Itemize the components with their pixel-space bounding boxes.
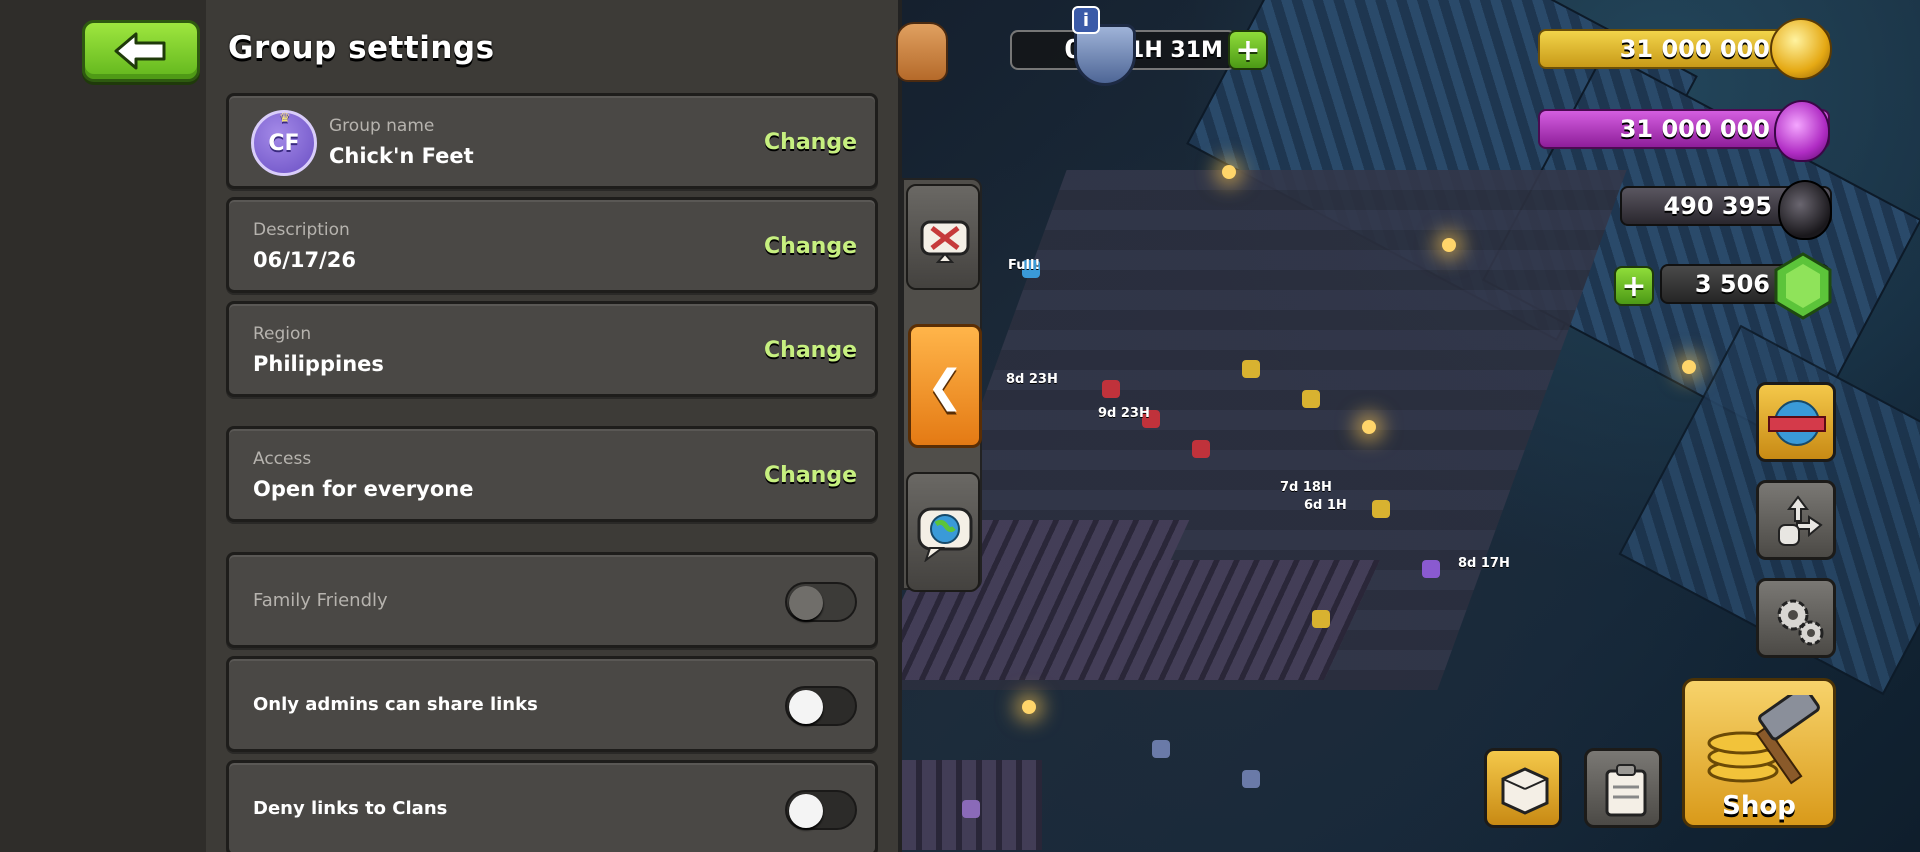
toggle-knob — [789, 586, 823, 620]
deny-clan-links-toggle[interactable] — [785, 790, 857, 830]
shop-hammer-icon — [1707, 695, 1820, 785]
building — [1242, 770, 1260, 788]
upgrade-timer: 9d 23H — [1098, 406, 1150, 421]
admin-links-label: Only admins can share links — [253, 694, 538, 715]
crown-icon: ♛ — [279, 111, 291, 126]
change-region-button[interactable]: Change — [764, 338, 857, 363]
deny-clan-links-label: Deny links to Clans — [253, 798, 448, 819]
page-title: Group settings — [228, 30, 495, 66]
toggle-knob — [789, 794, 823, 828]
family-friendly-toggle[interactable] — [785, 582, 857, 622]
region-row: Region Philippines Change — [226, 301, 878, 397]
globe-chat-icon — [917, 507, 973, 562]
collapse-chat-button[interactable]: ❮ — [908, 324, 982, 448]
builder-icon — [896, 22, 948, 82]
admin-links-row: Only admins can share links — [226, 656, 878, 752]
left-gutter — [0, 0, 206, 852]
global-chat-button[interactable] — [906, 472, 980, 592]
group-name-label: Group name — [329, 116, 435, 136]
lantern — [1222, 165, 1236, 179]
world-banner-icon — [1768, 400, 1826, 446]
lantern — [1682, 360, 1696, 374]
building — [1152, 740, 1170, 758]
crossed-swords-icon — [920, 220, 970, 263]
clipboard-icon — [1605, 764, 1647, 817]
arrow-left-icon — [114, 32, 166, 70]
shop-button[interactable]: Shop — [1682, 678, 1836, 828]
description-row: Description 06/17/26 Change — [226, 197, 878, 293]
info-icon[interactable]: i — [1072, 6, 1100, 34]
upgrade-timer: 6d 1H — [1304, 498, 1347, 513]
lantern — [1442, 238, 1456, 252]
access-label: Access — [253, 449, 312, 469]
screen: Group settings ♛ CF Group name Chick'n F… — [0, 0, 1920, 852]
storage-full-label: Full! — [1008, 258, 1041, 273]
elixir-drop-icon — [1774, 100, 1830, 162]
building — [962, 800, 980, 818]
gear-icon — [1777, 599, 1824, 646]
group-name-value: Chick'n Feet — [329, 144, 474, 168]
dark-elixir-drop-icon — [1778, 180, 1832, 240]
events-button[interactable] — [1756, 382, 1836, 462]
shop-label: Shop — [1722, 791, 1796, 821]
change-group-name-button[interactable]: Change — [764, 130, 857, 155]
building — [1192, 440, 1210, 458]
description-value: 06/17/26 — [253, 248, 357, 272]
settings-button[interactable] — [1756, 578, 1836, 658]
gold-coin-icon — [1770, 18, 1832, 80]
lantern — [1022, 700, 1036, 714]
shield-plus-button[interactable]: + — [1228, 30, 1268, 70]
access-row: Access Open for everyone Change — [226, 426, 878, 522]
building — [1312, 610, 1330, 628]
building — [1372, 500, 1390, 518]
group-avatar: ♛ CF — [251, 110, 317, 176]
region-label: Region — [253, 324, 312, 344]
building — [1242, 360, 1260, 378]
supply-box-button[interactable] — [1484, 748, 1562, 828]
building — [1422, 560, 1440, 578]
upgrade-timer: 8d 17H — [1458, 556, 1510, 571]
building — [1102, 380, 1120, 398]
access-value: Open for everyone — [253, 477, 474, 501]
upgrade-timer: 7d 18H — [1280, 480, 1332, 495]
deny-clan-links-row: Deny links to Clans — [226, 760, 878, 852]
upgrade-timer: 8d 23H — [1006, 372, 1058, 387]
toggle-knob — [789, 690, 823, 724]
group-name-row: ♛ CF Group name Chick'n Feet Change — [226, 93, 878, 189]
family-friendly-row: Family Friendly — [226, 552, 878, 648]
tasks-button[interactable] — [1584, 748, 1662, 828]
description-label: Description — [253, 220, 350, 240]
lantern — [1362, 420, 1376, 434]
admin-links-toggle[interactable] — [785, 686, 857, 726]
avatar-initials: CF — [268, 130, 300, 156]
edit-layout-button[interactable] — [1756, 480, 1836, 560]
back-button[interactable] — [82, 20, 200, 82]
building — [1302, 390, 1320, 408]
gem-icon — [1774, 252, 1832, 320]
change-access-button[interactable]: Change — [764, 463, 857, 488]
region-value: Philippines — [253, 352, 384, 376]
family-friendly-label: Family Friendly — [253, 590, 388, 611]
move-hand-icon — [1778, 495, 1823, 546]
buy-gems-button[interactable]: + — [1614, 266, 1654, 306]
clan-war-button[interactable] — [906, 184, 980, 290]
box-icon — [1501, 767, 1549, 815]
change-description-button[interactable]: Change — [764, 234, 857, 259]
